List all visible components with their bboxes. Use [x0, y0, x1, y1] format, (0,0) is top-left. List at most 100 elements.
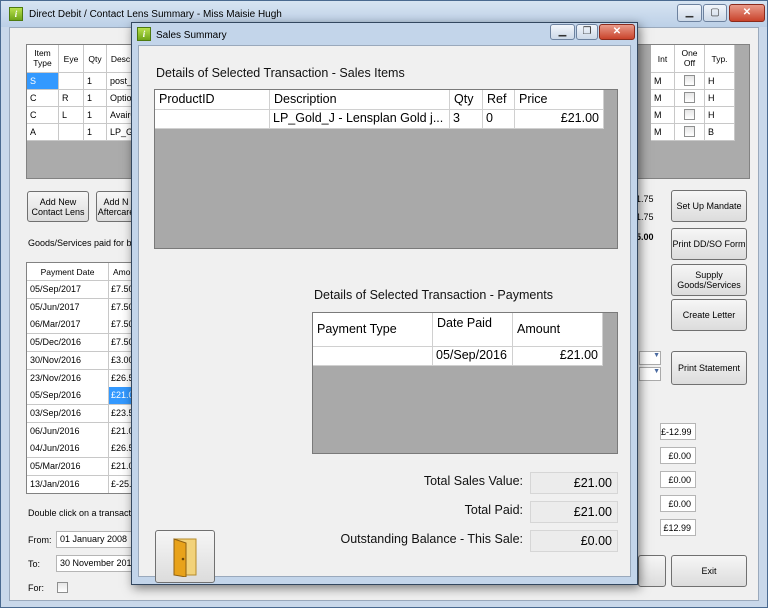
items-header-qty[interactable]: Qty: [84, 45, 107, 73]
from-date-input[interactable]: 01 January 2008: [56, 531, 134, 548]
items-row-typ[interactable]: B: [705, 124, 735, 141]
items-header-one-off[interactable]: One Off: [675, 45, 705, 73]
items-row-qty[interactable]: 1: [84, 124, 107, 141]
minimize-icon[interactable]: ▁: [677, 4, 702, 22]
one-off-checkbox[interactable]: [684, 75, 695, 86]
set-up-mandate-button[interactable]: Set Up Mandate: [671, 190, 747, 222]
payment-row-date[interactable]: 23/Nov/2016: [27, 369, 109, 388]
sales-header-qty[interactable]: Qty: [450, 90, 483, 110]
payment-row-date[interactable]: 30/Nov/2016: [27, 351, 109, 370]
sales-header-price[interactable]: Price: [515, 90, 604, 110]
items-row-int[interactable]: M: [651, 124, 675, 141]
payments-header-type[interactable]: Payment Type: [313, 313, 433, 347]
items-row-int[interactable]: M: [651, 90, 675, 107]
print-dd-so-form-button[interactable]: Print DD/SO Form: [671, 228, 747, 260]
maximize-icon[interactable]: ▢: [703, 4, 727, 22]
items-row-type[interactable]: A: [27, 124, 59, 141]
payment-row-date[interactable]: 06/Jun/2016: [27, 422, 109, 441]
items-row-qty[interactable]: 1: [84, 90, 107, 107]
total-sales-value-label: Total Sales Value:: [423, 474, 523, 488]
app-icon: i: [9, 7, 23, 21]
dialog-app-icon: i: [137, 27, 151, 41]
items-row-qty[interactable]: 1: [84, 107, 107, 124]
items-row-eye[interactable]: [59, 73, 84, 90]
sales-row-product-id[interactable]: LP_Gold_J: [155, 110, 270, 129]
print-statement-button[interactable]: Print Statement: [671, 351, 747, 385]
payment-row-date[interactable]: 05/Jun/2017: [27, 298, 109, 317]
items-row-int[interactable]: M: [651, 73, 675, 90]
items-row-type[interactable]: C: [27, 107, 59, 124]
payment-row-date[interactable]: 13/Jan/2016: [27, 475, 109, 493]
items-header-int[interactable]: Int: [651, 45, 675, 73]
payment-row-date[interactable]: 03/Sep/2016: [27, 404, 109, 423]
items-row-typ[interactable]: H: [705, 107, 735, 124]
items-header-type[interactable]: Item Type: [27, 45, 59, 73]
payment-row-date[interactable]: 05/Sep/2017: [27, 281, 109, 299]
total-sales-value: £21.00: [530, 472, 618, 494]
items-row-typ[interactable]: H: [705, 90, 735, 107]
items-header-eye[interactable]: Eye: [59, 45, 84, 73]
dialog-minimize-icon[interactable]: ▁: [550, 24, 575, 40]
items-row-one-off[interactable]: [675, 90, 705, 107]
payments-row-amount[interactable]: £21.00: [513, 347, 603, 366]
items-row-eye[interactable]: L: [59, 107, 84, 124]
dialog-title: Sales Summary: [156, 30, 227, 41]
payments-row-type[interactable]: DD/SO - PS: [313, 347, 433, 366]
for-checkbox[interactable]: [57, 582, 68, 593]
payments-header-amount[interactable]: Amount: [513, 313, 603, 347]
outstanding-balance-label: Outstanding Balance - This Sale:: [340, 532, 523, 546]
door-icon: [173, 537, 197, 577]
create-letter-label: Create Letter: [682, 310, 736, 320]
payment-row-date[interactable]: 05/Mar/2016: [27, 458, 109, 476]
sales-row-price[interactable]: £21.00: [515, 110, 604, 129]
dialog-close-icon[interactable]: ✕: [599, 24, 635, 40]
side-value-2: 1.75: [636, 212, 654, 222]
sales-header-description[interactable]: Description: [270, 90, 450, 110]
close-icon[interactable]: ✕: [729, 4, 765, 22]
exit-door-button[interactable]: [155, 530, 215, 583]
dropdown-2-chevron-down-icon[interactable]: ▼: [639, 367, 661, 381]
items-row-typ[interactable]: H: [705, 73, 735, 90]
items-row-one-off[interactable]: [675, 107, 705, 124]
create-letter-button[interactable]: Create Letter: [671, 299, 747, 331]
total-paid-label: Total Paid:: [464, 503, 523, 517]
sales-row-ref[interactable]: 0: [483, 110, 515, 129]
payments-header-date-paid[interactable]: Date Paid: [433, 313, 513, 347]
items-row-one-off[interactable]: [675, 73, 705, 90]
double-click-hint: Double click on a transactio: [28, 508, 139, 518]
one-off-checkbox[interactable]: [684, 126, 695, 137]
items-row-eye[interactable]: R: [59, 90, 84, 107]
payments-row-date[interactable]: 05/Sep/2016: [433, 347, 513, 366]
items-row-eye[interactable]: [59, 124, 84, 141]
sales-items-table[interactable]: ProductID Description Qty Ref Price LP_G…: [154, 89, 618, 249]
payments-table[interactable]: Payment Date Amou 05/Sep/2017 £7.50 05/Jun…: [26, 262, 136, 494]
payment-row-date[interactable]: 05/Dec/2016: [27, 334, 109, 353]
hidden-button-partial[interactable]: [638, 555, 666, 587]
exit-button[interactable]: Exit: [671, 555, 747, 587]
items-row-int[interactable]: M: [651, 107, 675, 124]
add-new-aftercare-button[interactable]: Add N Aftercare: [96, 191, 136, 222]
payments-header-date[interactable]: Payment Date: [27, 263, 109, 281]
to-date-input[interactable]: 30 November 2017: [56, 555, 134, 572]
to-label: To:: [28, 559, 41, 569]
dialog-restore-icon[interactable]: ❐: [576, 24, 598, 40]
dropdown-1-chevron-down-icon[interactable]: ▼: [639, 351, 661, 365]
sales-row-description[interactable]: LP_Gold_J - Lensplan Gold j...: [270, 110, 450, 129]
supply-goods-services-button[interactable]: Supply Goods/Services: [671, 264, 747, 296]
add-new-contact-lens-label: Add New Contact Lens: [31, 196, 85, 217]
add-new-contact-lens-button[interactable]: Add New Contact Lens: [27, 191, 89, 222]
items-row-type[interactable]: C: [27, 90, 59, 107]
sales-header-ref[interactable]: Ref: [483, 90, 515, 110]
one-off-checkbox[interactable]: [684, 109, 695, 120]
one-off-checkbox[interactable]: [684, 92, 695, 103]
items-row-type[interactable]: S: [27, 73, 59, 90]
payment-row-date[interactable]: 04/Jun/2016: [27, 440, 109, 459]
payments-detail-table[interactable]: Payment Type Date Paid Amount DD/SO - PS…: [312, 312, 618, 454]
payment-row-date[interactable]: 06/Mar/2017: [27, 316, 109, 335]
sales-row-qty[interactable]: 3: [450, 110, 483, 129]
sales-header-product-id[interactable]: ProductID: [155, 90, 270, 110]
items-header-typ[interactable]: Typ.: [705, 45, 735, 73]
items-row-one-off[interactable]: [675, 124, 705, 141]
payment-row-date[interactable]: 05/Sep/2016: [27, 387, 109, 406]
items-row-qty[interactable]: 1: [84, 73, 107, 90]
